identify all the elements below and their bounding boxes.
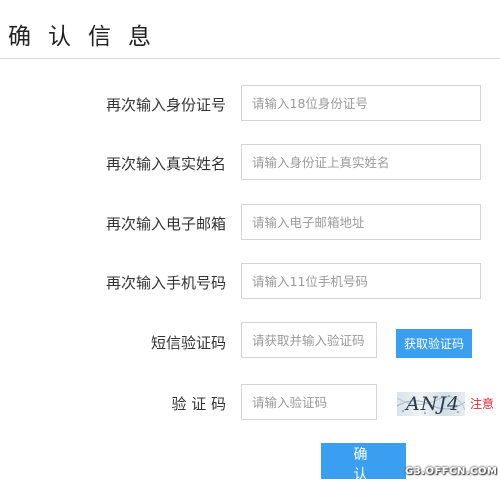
real-name-label: 再次输入真实姓名 <box>105 155 226 173</box>
page-title: 确认信息 <box>8 24 168 50</box>
page-header: 确认信息 <box>0 0 500 59</box>
get-sms-code-button[interactable]: 获取验证码 <box>396 329 472 358</box>
real-name-input[interactable] <box>241 144 481 180</box>
phone-label: 再次输入手机号码 <box>105 274 226 292</box>
captcha-note-link[interactable]: 注意 <box>470 395 494 412</box>
captcha-text: ANJ4 <box>406 393 461 415</box>
email-input[interactable] <box>241 204 481 240</box>
captcha-input[interactable] <box>241 384 377 420</box>
phone-input[interactable] <box>241 263 481 299</box>
sms-code-input[interactable] <box>241 322 377 358</box>
captcha-label: 验 证 码 <box>171 395 226 413</box>
email-label: 再次输入电子邮箱 <box>105 215 226 233</box>
confirm-button[interactable]: 确 认 <box>321 443 406 483</box>
id-card-input[interactable] <box>241 85 481 121</box>
id-card-label: 再次输入身份证号 <box>105 96 226 114</box>
sms-code-label: 短信验证码 <box>150 334 226 352</box>
captcha-image[interactable]: ANJ4 <box>397 392 465 416</box>
watermark: G3.OFFCN.COM <box>405 466 498 477</box>
